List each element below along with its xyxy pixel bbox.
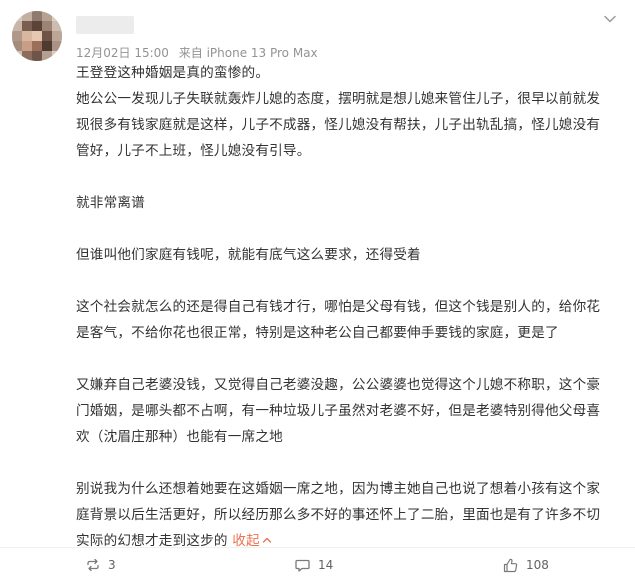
comment-icon: [295, 559, 310, 572]
comment-count: 14: [318, 558, 334, 572]
action-bar: 3 14 108: [0, 548, 635, 583]
like-count: 108: [526, 558, 549, 572]
text-line: 但谁叫他们家庭有钱呢，就能有底气这么要求，还得受着: [76, 247, 421, 263]
text-line: 就非常离谱: [76, 195, 145, 211]
repost-button[interactable]: 3: [86, 552, 116, 578]
paragraph-4: 但谁叫他们家庭有钱呢，就能有底气这么要求，还得受着: [76, 242, 616, 268]
chevron-down-icon: [604, 15, 616, 23]
paragraph-5: 这个社会就怎么的还是得自己有钱才行，哪怕是父母有钱，但这个钱是别人的，给你花 是…: [76, 294, 616, 346]
paragraph-7: 别说我为什么还想着她要在这婚姻一席之地，因为博主她自己也说了想着小孩有这个家 庭…: [76, 476, 616, 554]
text-line: 现很多有钱家庭就是这样，儿子不成器，怪儿媳没有帮扶，儿子出轨乱搞，怪儿媳没有: [76, 117, 601, 133]
post-meta: 12月02日 15:00 来自 iPhone 13 Pro Max: [76, 44, 324, 61]
paragraph-3: 就非常离谱: [76, 190, 616, 216]
username-blurred[interactable]: [76, 16, 134, 34]
text-line: 王登登这种婚姻是真的蛮惨的。: [76, 65, 270, 81]
comment-button[interactable]: 14: [295, 552, 333, 578]
text-line: 门婚姻，是哪头都不占啊，有一种垃圾儿子虽然对老婆不好，但是老婆特别得他父母喜: [76, 403, 601, 419]
text-line: 欢（沈眉庄那种）也能有一席之地: [76, 429, 283, 445]
text-line: 又嫌弃自己老婆没钱，又觉得自己老婆没趣，公公婆婆也觉得这个儿媳不称职，这个豪: [76, 377, 601, 393]
paragraph-6: 又嫌弃自己老婆没钱，又觉得自己老婆没趣，公公婆婆也觉得这个儿媳不称职，这个豪 门…: [76, 372, 616, 450]
post-source: 来自 iPhone 13 Pro Max: [178, 46, 318, 60]
chevron-up-icon: [262, 537, 272, 543]
thumbs-up-icon: [503, 558, 518, 572]
text-line: 庭背景以后生活更好，所以经历那么多不好的事还怀上了二胎，里面也是有了许多不切: [76, 507, 601, 523]
weibo-comment-card: 12月02日 15:00 来自 iPhone 13 Pro Max 王登登这种婚…: [0, 0, 635, 583]
text-line: 别说我为什么还想着她要在这婚姻一席之地，因为博主她自己也说了想着小孩有这个家: [76, 481, 601, 497]
text-line: 她公公一发现儿子失联就轰炸儿媳的态度，摆明就是想儿媳来管住儿子，很早以前就发: [76, 91, 601, 107]
more-options-button[interactable]: [601, 10, 619, 28]
like-button[interactable]: 108: [503, 552, 549, 578]
avatar[interactable]: [12, 11, 62, 61]
text-line: 这个社会就怎么的还是得自己有钱才行，哪怕是父母有钱，但这个钱是别人的，给你花: [76, 299, 601, 315]
repost-count: 3: [108, 558, 116, 572]
paragraph-2: 她公公一发现儿子失联就轰炸儿媳的态度，摆明就是想儿媳来管住儿子，很早以前就发 现…: [76, 86, 616, 164]
text-line: 管好，儿子不上班，怪儿媳没有引导。: [76, 143, 311, 159]
text-line: 是客气，不给你花也很正常，特别是这种老公自己都要伸手要钱的家庭，更是了: [76, 325, 559, 341]
post-content: 王登登这种婚姻是真的蛮惨的。 她公公一发现儿子失联就轰炸儿媳的态度，摆明就是想儿…: [76, 60, 616, 554]
post-date: 12月02日 15:00: [76, 46, 169, 60]
paragraph-1: 王登登这种婚姻是真的蛮惨的。: [76, 60, 616, 86]
repost-icon: [87, 558, 99, 572]
